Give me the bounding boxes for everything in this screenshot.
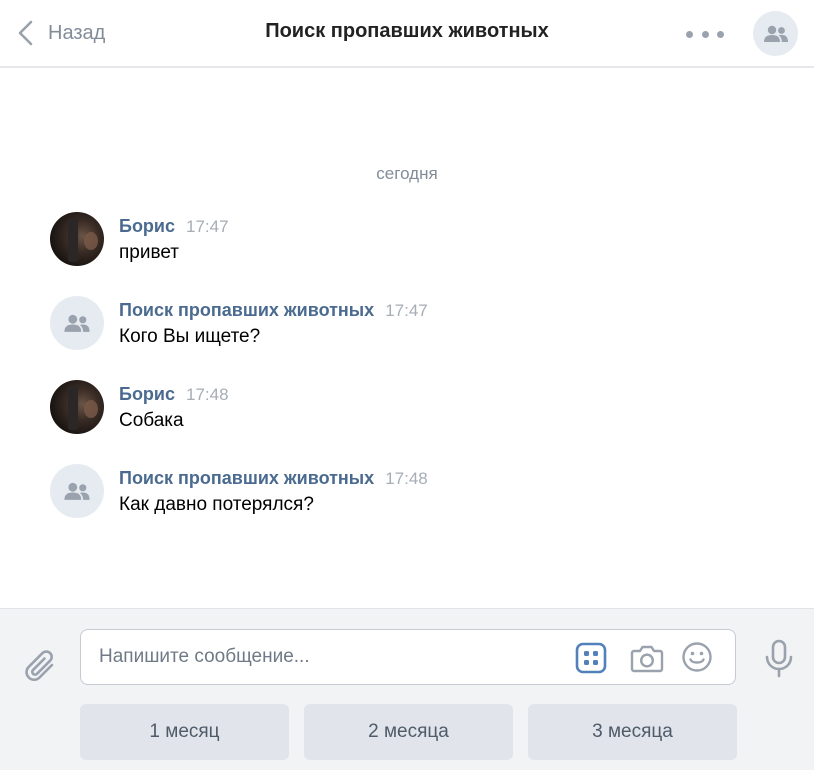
message-author[interactable]: Борис bbox=[119, 216, 175, 237]
quick-reply-2-months[interactable]: 2 месяца bbox=[304, 704, 513, 760]
message-time: 17:47 bbox=[385, 301, 428, 320]
smile-icon[interactable] bbox=[681, 641, 713, 673]
community-icon bbox=[763, 25, 788, 42]
microphone-icon[interactable] bbox=[763, 639, 795, 679]
community-icon bbox=[64, 314, 90, 332]
chevron-left-icon bbox=[18, 20, 33, 46]
message-text: Как давно потерялся? bbox=[119, 494, 314, 515]
message-item: Поиск пропавших животных 17:48 Как давно… bbox=[50, 464, 750, 520]
message-input-box bbox=[80, 629, 736, 685]
more-options-icon[interactable] bbox=[686, 22, 724, 46]
message-item: Поиск пропавших животных 17:47 Кого Вы и… bbox=[50, 296, 750, 352]
keyboard-buttons-icon[interactable] bbox=[575, 642, 607, 674]
community-avatar[interactable] bbox=[50, 464, 104, 518]
message-text: Кого Вы ищете? bbox=[119, 326, 261, 347]
message-composer: 1 месяц 2 месяца 3 месяца bbox=[0, 608, 814, 770]
day-separator: сегодня bbox=[376, 164, 438, 183]
community-avatar[interactable] bbox=[50, 296, 104, 350]
message-time: 17:47 bbox=[186, 217, 229, 236]
camera-icon[interactable] bbox=[630, 642, 664, 674]
chat-header: Назад Поиск пропавших животных bbox=[0, 0, 814, 68]
community-avatar-button[interactable] bbox=[753, 11, 798, 56]
user-avatar[interactable] bbox=[50, 212, 104, 266]
message-time: 17:48 bbox=[186, 385, 229, 404]
paperclip-icon[interactable] bbox=[24, 649, 58, 685]
back-label: Назад bbox=[48, 21, 106, 44]
community-icon bbox=[64, 482, 90, 500]
message-item: Борис 17:47 привет bbox=[50, 212, 750, 268]
chat-title[interactable]: Поиск пропавших животных bbox=[265, 20, 549, 42]
message-author[interactable]: Борис bbox=[119, 384, 175, 405]
message-input[interactable] bbox=[99, 630, 569, 684]
quick-reply-3-months[interactable]: 3 месяца bbox=[528, 704, 737, 760]
message-text: привет bbox=[119, 242, 179, 263]
message-text: Собака bbox=[119, 410, 184, 431]
back-button[interactable]: Назад bbox=[16, 18, 105, 48]
message-author[interactable]: Поиск пропавших животных bbox=[119, 300, 374, 321]
message-author[interactable]: Поиск пропавших животных bbox=[119, 468, 374, 489]
quick-reply-1-month[interactable]: 1 месяц bbox=[80, 704, 289, 760]
user-avatar[interactable] bbox=[50, 380, 104, 434]
message-time: 17:48 bbox=[385, 469, 428, 488]
message-item: Борис 17:48 Собака bbox=[50, 380, 750, 436]
